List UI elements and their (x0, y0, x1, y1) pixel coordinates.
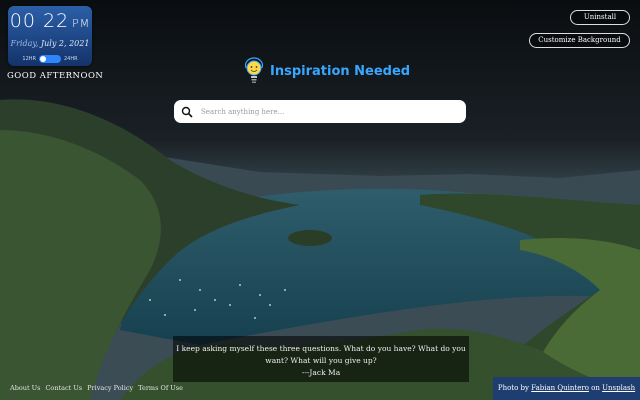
search-bar[interactable] (174, 100, 466, 123)
clock-time: 00 22 PM (8, 10, 92, 32)
about-us-link[interactable]: About Us (10, 384, 40, 392)
clock-hours-minutes: 00 22 (9, 10, 70, 32)
lightbulb-smiley-icon (244, 57, 264, 83)
contact-us-link[interactable]: Contact Us (45, 384, 82, 392)
clock-widget: 00 22 PM Friday, July 2, 2021 12HR 24HR (8, 6, 92, 66)
photographer-link[interactable]: Fabian Quintero (531, 384, 589, 392)
logo: Inspiration Needed (240, 56, 410, 86)
quote-box: I keep asking myself these three questio… (173, 336, 469, 382)
greeting-text: GOOD AFTERNOON (7, 71, 104, 81)
clock-date-text: July 2, 2021 (40, 39, 90, 48)
privacy-policy-link[interactable]: Privacy Policy (87, 384, 133, 392)
logo-title: Inspiration Needed (270, 63, 411, 79)
uninstall-button[interactable]: Uninstall (570, 10, 630, 25)
photo-credit: Photo by Fabian Quintero on Unsplash (493, 377, 640, 400)
search-icon[interactable] (181, 106, 193, 118)
footer-links: About Us Contact Us Privacy Policy Terms… (10, 384, 183, 392)
clock-day: Friday, (10, 39, 39, 48)
clock-ampm: PM (72, 17, 91, 30)
time-format-toggle-row: 12HR 24HR (8, 55, 92, 63)
unsplash-link[interactable]: Unsplash (602, 384, 635, 392)
toggle-knob (40, 56, 46, 62)
quote-text: I keep asking myself these three questio… (176, 344, 466, 365)
credit-on: on (591, 384, 600, 392)
terms-of-use-link[interactable]: Terms Of Use (138, 384, 183, 392)
format-24-label: 24HR (64, 56, 78, 62)
time-format-toggle[interactable] (39, 55, 61, 63)
quote-author: ---Jack Ma (301, 368, 341, 377)
clock-date: Friday, July 2, 2021 (8, 39, 92, 48)
search-input[interactable] (199, 106, 453, 117)
customize-background-button[interactable]: Customize Background (529, 33, 630, 48)
credit-prefix: Photo by (497, 384, 529, 392)
format-12-label: 12HR (22, 56, 36, 62)
